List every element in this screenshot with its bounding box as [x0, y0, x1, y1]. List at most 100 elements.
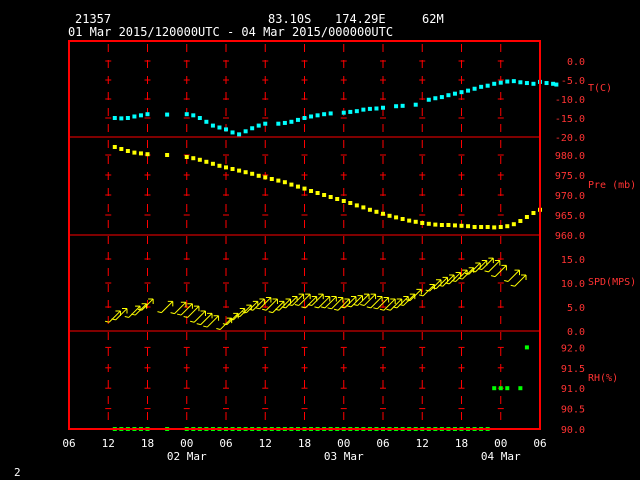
wind-arrow-shape — [504, 269, 520, 282]
pressure-point — [138, 151, 143, 156]
pressure-point — [302, 186, 307, 191]
temperature-point — [237, 132, 242, 137]
wind-arrow-shape — [183, 305, 200, 318]
temperature-point — [256, 123, 261, 128]
pressure-point — [361, 205, 366, 210]
temperature-point — [472, 86, 477, 91]
temperature-point — [505, 79, 510, 84]
pressure-point — [119, 147, 124, 151]
y-tick-label: -15.0 — [555, 114, 585, 125]
y-tick-label: 5.0 — [567, 303, 585, 314]
pressure-point — [433, 222, 438, 227]
y-tick-label: -20.0 — [555, 133, 585, 144]
pressure-point — [466, 224, 471, 229]
wind-arrow-shape — [196, 312, 213, 326]
temperature-point — [184, 112, 189, 117]
x-date-label: 02 Mar — [167, 450, 207, 463]
y-tick-label: -10.0 — [555, 95, 585, 106]
pressure-point — [420, 221, 425, 225]
pressure-point — [498, 225, 503, 229]
temperature-point — [498, 80, 503, 85]
temperature-point — [276, 121, 281, 126]
temperature-point — [426, 97, 431, 102]
y-tick-label: 91.5 — [561, 364, 585, 375]
pressure-point — [276, 178, 281, 183]
temperature-point — [132, 114, 137, 119]
temperature-point — [243, 129, 248, 134]
pressure-point — [282, 180, 287, 185]
wind-arrow — [203, 315, 220, 328]
temperature-point — [145, 112, 150, 117]
humidity-point — [505, 386, 510, 391]
humidity-point — [518, 386, 523, 391]
y-tick-label: 90.0 — [561, 425, 585, 436]
page-number: 2 — [14, 466, 21, 479]
pressure-point — [374, 209, 379, 214]
pressure-point — [197, 157, 202, 162]
temperature-point — [165, 112, 170, 117]
pressure-point — [250, 171, 255, 176]
temperature-point — [204, 119, 209, 124]
temperature-point — [466, 88, 471, 93]
pressure-point — [243, 170, 248, 175]
pressure-point — [289, 182, 294, 187]
pressure-point — [446, 223, 451, 227]
temperature-point — [217, 125, 222, 130]
pressure-point — [485, 225, 490, 229]
wind-arrow-shape — [268, 300, 285, 314]
temperature-point — [191, 113, 196, 118]
pressure-point — [309, 189, 314, 193]
pressure-point — [472, 225, 477, 229]
temperature-point — [315, 113, 320, 118]
wind-arrow — [105, 310, 121, 323]
pressure-point — [295, 184, 300, 189]
x-tick-label: 00 — [180, 437, 193, 450]
x-tick-label: 12 — [259, 437, 272, 450]
temperature-point — [138, 113, 143, 118]
x-tick-label: 00 — [494, 437, 507, 450]
x-tick-label: 06 — [533, 437, 546, 450]
temperature-point — [554, 82, 559, 87]
temperature-point — [348, 109, 353, 114]
wind-arrow-shape — [105, 310, 121, 323]
pressure-point — [459, 223, 464, 228]
x-tick-label: 06 — [219, 437, 232, 450]
pressure-point — [125, 149, 130, 153]
temperature-point — [394, 104, 399, 109]
pressure-point — [341, 199, 346, 203]
pressure-point — [217, 163, 222, 168]
pressure-point — [367, 207, 372, 212]
pressure-point — [413, 219, 418, 224]
pressure-point — [210, 161, 215, 166]
time-period: 01 Mar 2015/120000UTC - 04 Mar 2015/0000… — [68, 25, 393, 39]
wind-arrow — [268, 300, 285, 314]
wind-arrow-shape — [157, 300, 174, 314]
pressure-point — [524, 215, 529, 219]
y-tick-label: -5.0 — [561, 76, 585, 87]
temperature-point — [361, 107, 366, 112]
humidity-point — [524, 345, 529, 350]
temperature-point — [197, 116, 202, 120]
pressure-point — [354, 203, 359, 208]
wind-arrow — [504, 269, 520, 282]
wind-arrow — [157, 300, 174, 314]
y-tick-label: 0.0 — [567, 57, 585, 68]
temperature-point — [446, 93, 451, 98]
temperature-point — [524, 81, 529, 86]
x-date-label: 03 Mar — [324, 450, 364, 463]
pressure-point — [315, 191, 320, 195]
pressure-point — [112, 145, 117, 149]
y-tick-label: 960.0 — [555, 231, 585, 242]
pressure-point — [335, 197, 340, 201]
x-tick-label: 18 — [298, 437, 311, 450]
y-tick-label: 970.0 — [555, 191, 585, 202]
wind-arrow — [111, 308, 128, 321]
x-tick-label: 12 — [416, 437, 429, 450]
pressure-point — [165, 153, 170, 157]
x-tick-label: 00 — [337, 437, 350, 450]
temperature-point — [302, 116, 307, 120]
station-latitude: 83.10S — [268, 12, 311, 26]
x-tick-label: 06 — [62, 437, 75, 450]
y-tick-label: 975.0 — [555, 171, 585, 182]
relative-humidity-axis-title: RH(%) — [588, 373, 618, 384]
